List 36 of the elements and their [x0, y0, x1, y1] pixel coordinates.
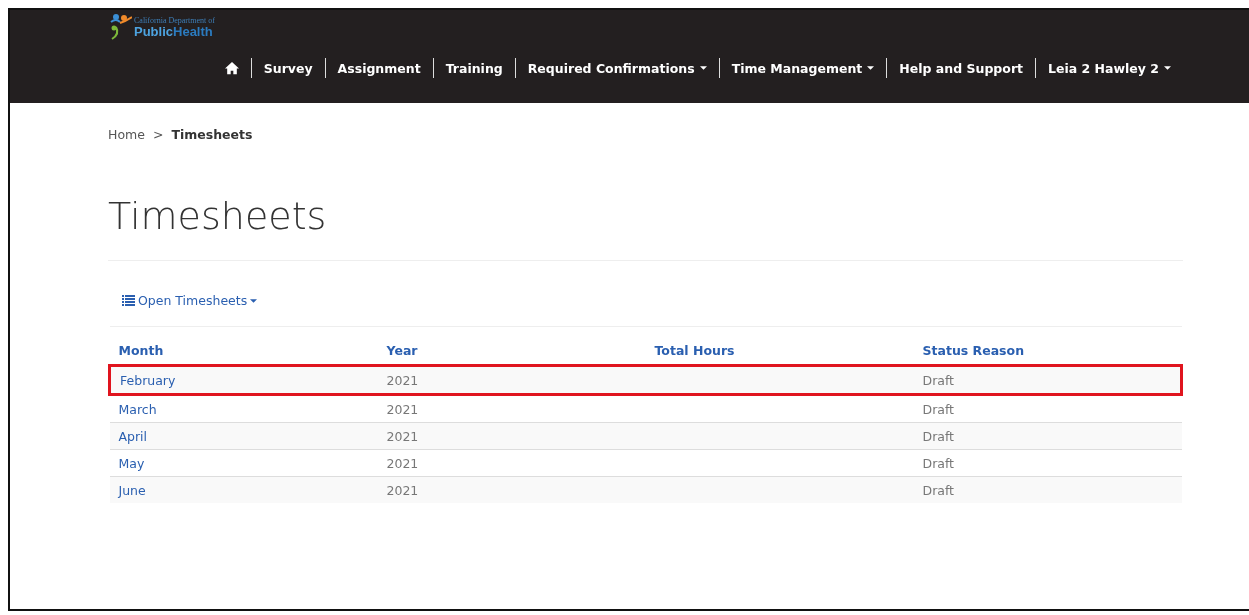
nav-link[interactable]: Assignment	[325, 60, 433, 76]
list-icon	[122, 295, 135, 306]
month-link[interactable]: June	[118, 482, 146, 498]
nav-dropdown[interactable]: Time Management	[719, 60, 887, 76]
logo-title: PublicHealth	[134, 24, 214, 38]
nav-link[interactable]: Training	[433, 60, 515, 76]
table-cell: 2021	[386, 455, 419, 471]
caret-icon	[867, 66, 875, 70]
breadcrumb-item: Timesheets	[171, 127, 253, 142]
nav-dropdown[interactable]: Required Confirmations	[515, 60, 719, 76]
table-cell: Draft	[922, 455, 954, 471]
table-cell: 2021	[386, 401, 419, 417]
home-icon[interactable]	[224, 61, 239, 75]
table-cell: Draft	[922, 372, 954, 388]
month-link[interactable]: May	[118, 455, 145, 471]
page-title: Timesheets	[108, 194, 328, 238]
caret-icon	[250, 298, 258, 303]
month-link[interactable]: February	[120, 372, 176, 388]
logo-subtitle: California Department of	[134, 16, 215, 25]
table-cell: 2021	[386, 482, 419, 498]
breadcrumb-separator: >	[152, 127, 164, 142]
nav-dropdown[interactable]: Leia 2 Hawley 2	[1036, 60, 1183, 76]
caret-icon	[699, 66, 707, 70]
breadcrumb-item[interactable]: Home	[108, 127, 145, 142]
table-cell: Draft	[922, 401, 954, 417]
table-cell: 2021	[386, 428, 419, 444]
caret-icon	[1164, 66, 1171, 70]
nav-link[interactable]: Help and Support	[887, 60, 1036, 76]
month-link[interactable]: March	[118, 401, 157, 417]
table-cell: Draft	[922, 428, 954, 444]
table-cell: 2021	[386, 372, 419, 388]
month-link[interactable]: April	[118, 428, 148, 444]
table-cell: Draft	[922, 482, 954, 498]
people-logo-icon	[110, 13, 132, 41]
view-selector[interactable]: Open Timesheets	[122, 293, 258, 308]
nav-link[interactable]: Survey	[251, 60, 325, 76]
